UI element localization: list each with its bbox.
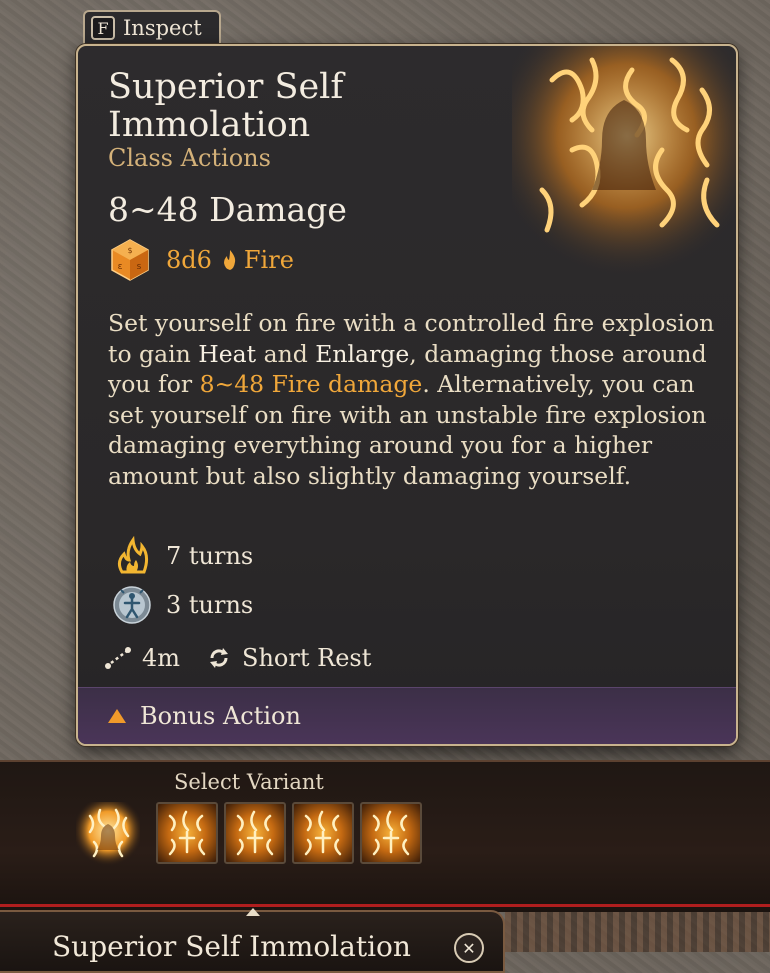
dice-value: 8d6 xyxy=(166,246,212,274)
self-immolation-spell-icon[interactable] xyxy=(76,802,140,866)
spell-range: 4m xyxy=(142,644,181,672)
svg-text:s: s xyxy=(137,262,142,272)
inspect-label: Inspect xyxy=(123,16,202,40)
inspect-tab[interactable]: F Inspect xyxy=(83,10,221,44)
spell-meta-row: 4m Short Rest xyxy=(104,644,371,672)
ornament-border xyxy=(505,912,770,952)
variant-option-2[interactable] xyxy=(224,802,286,864)
description-text: and xyxy=(256,339,316,368)
svg-text:ε: ε xyxy=(118,262,123,272)
variant-option-1[interactable] xyxy=(156,802,218,864)
variant-list xyxy=(156,802,422,864)
self-immolation-art-icon xyxy=(512,46,736,280)
heat-duration: 7 turns xyxy=(166,542,254,570)
heat-keyword[interactable]: Heat xyxy=(198,340,256,368)
range-icon xyxy=(105,647,131,669)
spell-recharge: Short Rest xyxy=(242,644,372,672)
damage-type: Fire xyxy=(243,246,294,274)
damage-range: 8~48 Damage xyxy=(108,190,347,229)
damage-dice-row: $ ε s 8d6 Fire xyxy=(108,238,294,282)
bonus-action-triangle-icon xyxy=(108,709,126,723)
spell-description: Set yourself on fire with a controlled f… xyxy=(108,308,718,491)
flame-variant-icon xyxy=(372,810,410,856)
enlarge-keyword[interactable]: Enlarge xyxy=(315,340,409,368)
close-icon: ✕ xyxy=(462,938,476,958)
svg-text:$: $ xyxy=(127,246,132,255)
heat-duration-row[interactable]: 7 turns xyxy=(112,536,253,576)
action-cost-bar: Bonus Action xyxy=(78,687,736,744)
variant-option-4[interactable] xyxy=(360,802,422,864)
flame-variant-icon xyxy=(304,810,342,856)
close-button[interactable]: ✕ xyxy=(454,933,484,963)
spell-tooltip: Superior Self Immolation Class Actions 8… xyxy=(76,44,738,746)
enlarge-duration: 3 turns xyxy=(166,591,254,619)
divider-line xyxy=(0,904,770,907)
heat-icon xyxy=(112,536,152,576)
variant-option-3[interactable] xyxy=(292,802,354,864)
flame-variant-icon xyxy=(236,810,274,856)
spell-title: Superior Self Immolation xyxy=(108,67,344,145)
d6-dice-icon: $ ε s xyxy=(111,239,149,281)
selected-action-title: Superior Self Immolation xyxy=(52,930,411,963)
fire-damage-highlight: 8~48 Fire damage xyxy=(199,370,423,398)
action-cost: Bonus Action xyxy=(140,702,301,730)
flame-variant-icon xyxy=(168,810,206,856)
expand-up-arrow-icon[interactable] xyxy=(246,908,260,916)
spell-category: Class Actions xyxy=(108,144,271,172)
recharge-icon xyxy=(210,648,229,668)
inspect-key-hint: F xyxy=(91,16,115,40)
fire-icon xyxy=(223,250,236,270)
enlarge-icon xyxy=(112,585,152,625)
select-variant-label: Select Variant xyxy=(174,770,324,794)
enlarge-duration-row[interactable]: 3 turns xyxy=(112,585,253,625)
